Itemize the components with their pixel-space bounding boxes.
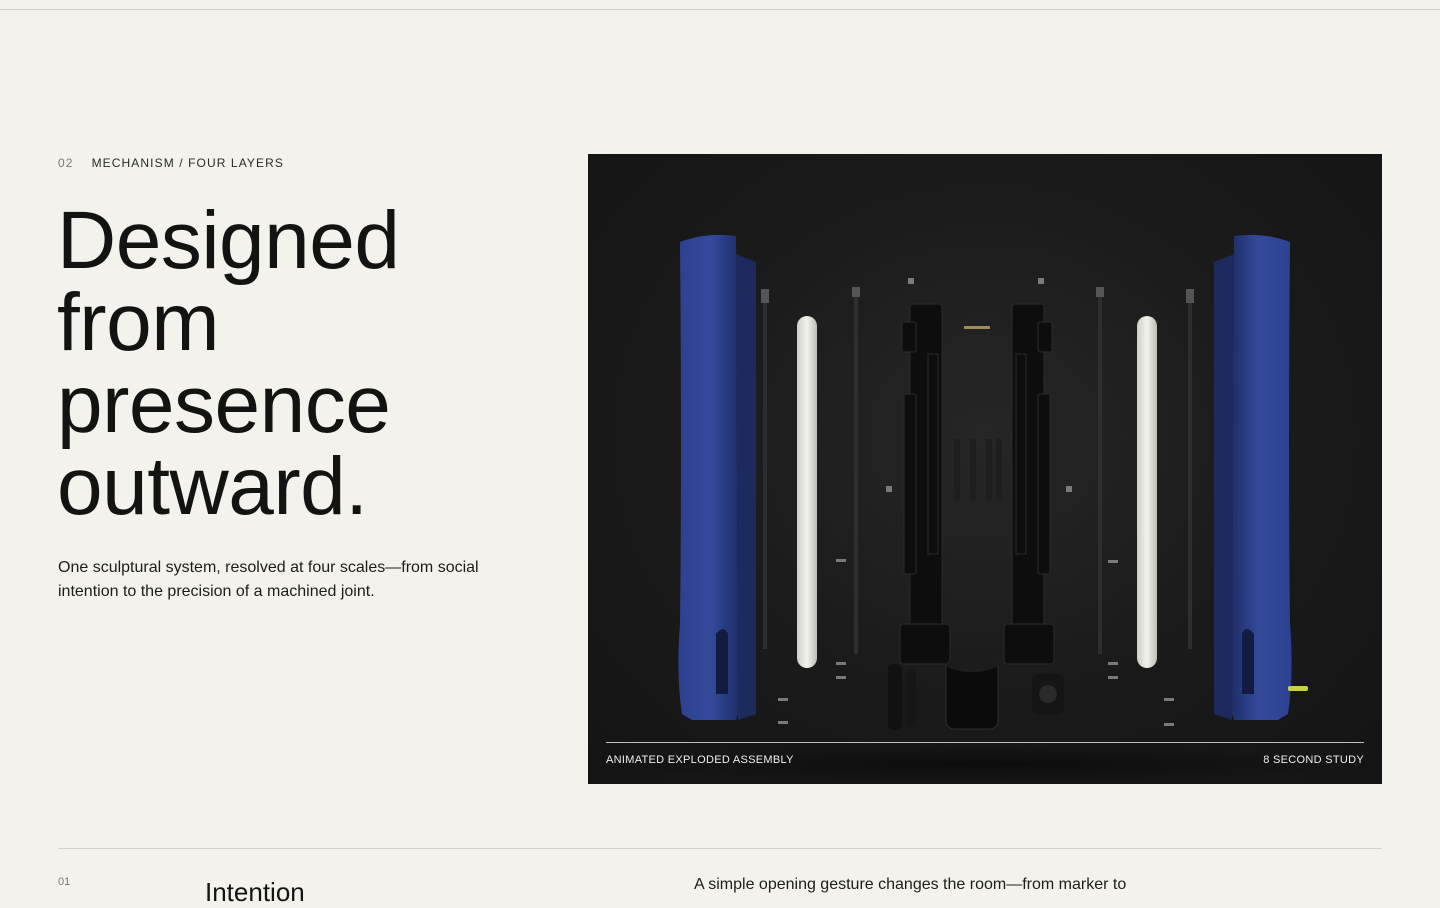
exploded-assembly-illustration (625, 234, 1345, 784)
exploded-assembly-media[interactable]: ANIMATED EXPLODED ASSEMBLY 8 SECOND STUD… (588, 154, 1382, 784)
section-label: MECHANISM / FOUR LAYERS (91, 156, 284, 170)
media-caption-duration: 8 SECOND STUDY (1263, 754, 1364, 766)
section-eyebrow: 02 MECHANISM / FOUR LAYERS (58, 156, 284, 170)
headline-line: outward. (57, 441, 368, 532)
section-headline: Designed from presence outward. (57, 195, 400, 532)
section-description: One sculptural system, resolved at four … (58, 559, 479, 600)
section-number: 02 (58, 156, 74, 170)
media-caption-title: ANIMATED EXPLODED ASSEMBLY (606, 754, 794, 766)
headline-line: presence (57, 359, 391, 450)
top-divider (0, 9, 1440, 10)
section-divider (58, 848, 1382, 849)
next-section-title: Intention (205, 877, 305, 907)
next-section-copy: A simple opening gesture changes the roo… (694, 876, 1127, 893)
headline-line: Designed (57, 195, 400, 286)
headline-line: from (57, 277, 220, 368)
caption-divider (606, 742, 1364, 743)
next-section-number: 01 (58, 876, 71, 888)
